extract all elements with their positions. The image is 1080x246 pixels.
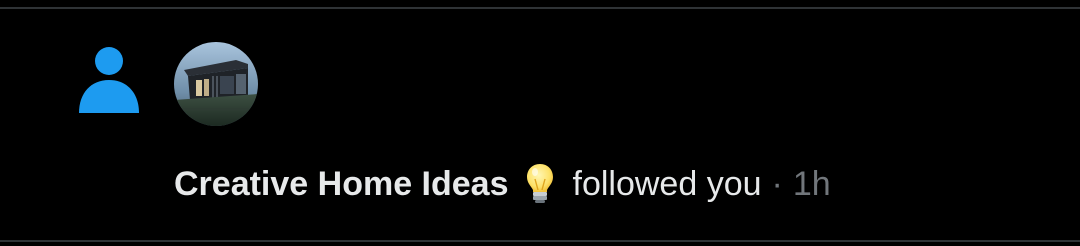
- person-icon: [79, 47, 139, 113]
- bottom-divider: [0, 240, 1080, 242]
- notification-text: Creative Home Ideas followed you · 1h: [174, 161, 831, 207]
- separator-dot: ·: [771, 165, 783, 203]
- timestamp: 1h: [792, 165, 831, 203]
- follow-notification[interactable]: Creative Home Ideas followed you · 1h: [0, 9, 1080, 240]
- user-avatar[interactable]: [174, 42, 258, 126]
- display-name[interactable]: Creative Home Ideas: [174, 161, 509, 207]
- lightbulb-emoji-icon: [526, 164, 553, 203]
- action-text: followed you: [572, 165, 762, 203]
